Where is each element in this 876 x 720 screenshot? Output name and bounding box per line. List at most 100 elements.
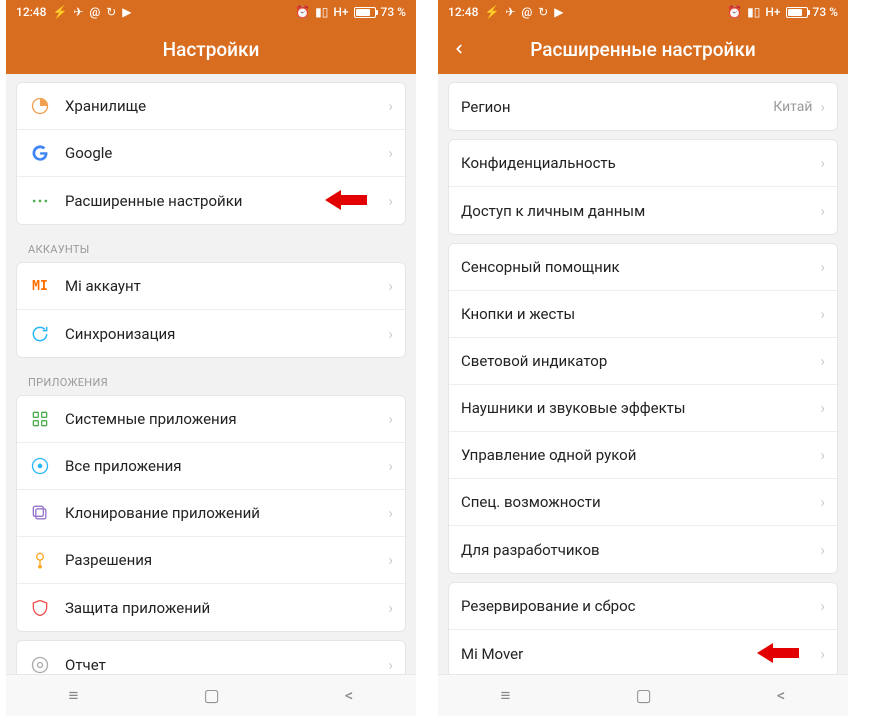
nav-recents-icon[interactable]: ≡ [501, 686, 511, 706]
settings-row[interactable]: MI Mi аккаунт› [17, 263, 405, 310]
row-value: Китай [773, 99, 812, 115]
settings-row[interactable]: Отчет› [17, 641, 405, 674]
status-time: 12:48 [448, 5, 478, 19]
clone-icon [29, 502, 51, 524]
report-icon [29, 654, 51, 675]
advanced-settings-list[interactable]: РегионКитай›Конфиденциальность›Доступ к … [438, 74, 848, 674]
navbar: ≡ ▢ < [6, 674, 416, 716]
sync-icon: ↻ [106, 5, 116, 19]
nav-recents-icon[interactable]: ≡ [69, 686, 79, 706]
chevron-right-icon: › [820, 154, 825, 172]
navbar: ≡ ▢ < [438, 674, 848, 716]
settings-row[interactable]: Все приложения› [17, 443, 405, 490]
row-label: Сенсорный помощник [461, 258, 820, 276]
at-icon: @ [89, 5, 100, 19]
row-label: Системные приложения [65, 410, 388, 428]
sync-icon [29, 323, 51, 345]
row-label: Хранилище [65, 97, 388, 115]
settings-row[interactable]: Конфиденциальность› [449, 140, 837, 187]
settings-row[interactable]: Защита приложений› [17, 584, 405, 631]
chevron-right-icon: › [820, 541, 825, 559]
nav-home-icon[interactable]: ▢ [636, 686, 652, 706]
allapps-icon [29, 455, 51, 477]
header: Настройки [6, 24, 416, 74]
settings-row[interactable]: Google› [17, 130, 405, 177]
signal-icon: ▮▯ [747, 5, 760, 19]
row-label: Регион [461, 98, 773, 116]
row-label: Кнопки и жесты [461, 305, 820, 323]
chevron-right-icon: › [820, 493, 825, 511]
header: Расширенные настройки [438, 24, 848, 74]
settings-row[interactable]: Доступ к личным данным› [449, 187, 837, 234]
chevron-right-icon: › [820, 446, 825, 464]
row-label: Google [65, 144, 388, 162]
settings-row[interactable]: Наушники и звуковые эффекты› [449, 385, 837, 432]
phone-left: 12:48 ⚡ ✈ @ ↻ ▶ ⏰ ▮▯ H+ 73 % Настройки Х… [6, 0, 416, 716]
chevron-right-icon: › [388, 551, 393, 569]
settings-row[interactable]: Резервирование и сброс› [449, 583, 837, 630]
chevron-right-icon: › [820, 399, 825, 417]
row-label: Световой индикатор [461, 352, 820, 370]
status-bar: 12:48 ⚡ ✈ @ ↻ ▶ ⏰ ▮▯ H+ 73 % [6, 0, 416, 24]
chevron-right-icon: › [388, 457, 393, 475]
signal-icon: ▮▯ [315, 5, 328, 19]
row-label: Спец. возможности [461, 493, 820, 511]
play-icon: ▶ [122, 5, 131, 19]
row-label: Разрешения [65, 551, 388, 569]
chevron-right-icon: › [388, 277, 393, 295]
telegram-icon: ✈ [73, 5, 83, 19]
chevron-right-icon: › [388, 144, 393, 162]
settings-row[interactable]: Спец. возможности› [449, 479, 837, 526]
group-header: АККАУНТЫ [16, 233, 406, 262]
header-title: Расширенные настройки [530, 38, 755, 61]
row-label: Доступ к личным данным [461, 202, 820, 220]
settings-row[interactable]: Хранилище› [17, 83, 405, 130]
settings-row[interactable]: Клонирование приложений› [17, 490, 405, 537]
settings-row[interactable]: РегионКитай› [449, 83, 837, 130]
settings-row[interactable]: Для разработчиков› [449, 526, 837, 573]
battery-pct: 73 % [381, 5, 406, 19]
row-label: Резервирование и сброс [461, 597, 820, 615]
nav-back-icon[interactable]: < [345, 686, 354, 706]
chevron-right-icon: › [820, 597, 825, 615]
chevron-right-icon: › [388, 325, 393, 343]
settings-row[interactable]: Разрешения› [17, 537, 405, 584]
chevron-right-icon: › [820, 258, 825, 276]
play-icon: ▶ [554, 5, 563, 19]
chevron-right-icon: › [388, 599, 393, 617]
settings-row[interactable]: Mi Mover› [449, 630, 837, 674]
row-label: Синхронизация [65, 325, 388, 343]
at-icon: @ [521, 5, 532, 19]
back-button[interactable] [452, 37, 466, 61]
telegram-icon: ✈ [505, 5, 515, 19]
more-icon [29, 190, 51, 212]
battery-icon [354, 7, 376, 18]
bolt-icon: ⚡ [52, 5, 67, 19]
battery-pct: 73 % [813, 5, 838, 19]
battery-icon [786, 7, 808, 18]
settings-row[interactable]: Управление одной рукой› [449, 432, 837, 479]
chevron-right-icon: › [388, 192, 393, 210]
settings-row[interactable]: Световой индикатор› [449, 338, 837, 385]
row-label: Mi Mover [461, 645, 820, 663]
network-type: H+ [765, 5, 780, 19]
nav-home-icon[interactable]: ▢ [204, 686, 220, 706]
alarm-icon: ⏰ [295, 5, 310, 19]
chevron-right-icon: › [820, 352, 825, 370]
settings-row[interactable]: Сенсорный помощник› [449, 244, 837, 291]
chevron-right-icon: › [388, 97, 393, 115]
row-label: Все приложения [65, 457, 388, 475]
network-type: H+ [333, 5, 348, 19]
row-label: Защита приложений [65, 599, 388, 617]
row-label: Отчет [65, 656, 388, 674]
settings-row[interactable]: Системные приложения› [17, 396, 405, 443]
mi-icon: MI [29, 275, 51, 297]
settings-row[interactable]: Синхронизация› [17, 310, 405, 357]
settings-list[interactable]: Хранилище›Google›Расширенные настройки›А… [6, 74, 416, 674]
settings-row[interactable]: Расширенные настройки› [17, 177, 405, 224]
settings-row[interactable]: Кнопки и жесты› [449, 291, 837, 338]
nav-back-icon[interactable]: < [777, 686, 786, 706]
group-header: ПРИЛОЖЕНИЯ [16, 366, 406, 395]
bolt-icon: ⚡ [484, 5, 499, 19]
row-label: Mi аккаунт [65, 277, 388, 295]
